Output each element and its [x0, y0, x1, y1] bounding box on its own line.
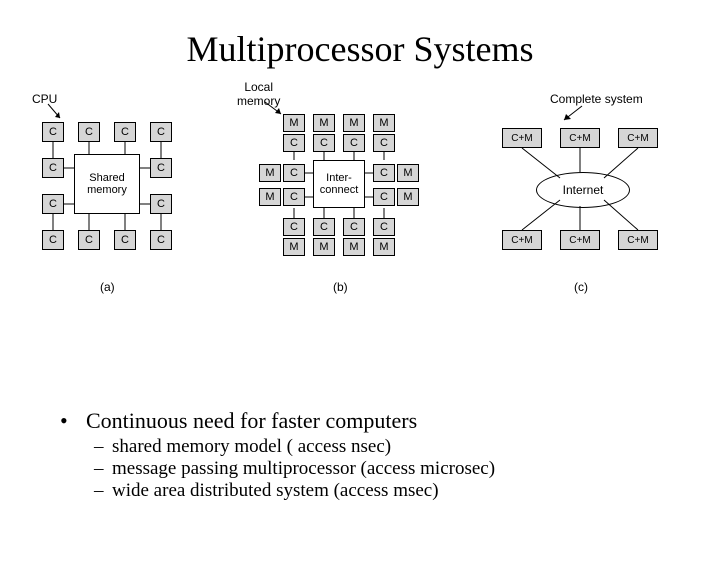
bullet-dot-icon: •	[60, 408, 86, 434]
figures-row: CPU C C C C C C C C C C C C Shared memor…	[0, 80, 720, 340]
figure-b-sub: (b)	[333, 280, 348, 294]
slide-title: Multiprocessor Systems	[0, 28, 720, 70]
figure-a-sub: (a)	[100, 280, 115, 294]
figure-c-sub: (c)	[574, 280, 588, 294]
connectors-b	[255, 80, 455, 280]
figure-b: Local memory M M M M C C C C M C M C C M…	[255, 80, 465, 310]
dash-icon: –	[94, 436, 112, 458]
connectors-c	[490, 80, 690, 280]
subbullet-3: wide area distributed system (access mse…	[112, 480, 439, 502]
bullet-text: Continuous need for faster computers	[86, 408, 417, 434]
subbullet-2: message passing multiprocessor (access m…	[112, 458, 495, 480]
dash-icon: –	[94, 458, 112, 480]
connectors-a	[30, 80, 220, 300]
subbullet-1: shared memory model ( access nsec)	[112, 436, 391, 458]
figure-c: Complete system C+M C+M C+M Internet C+M…	[490, 80, 700, 310]
figure-a: CPU C C C C C C C C C C C C Shared memor…	[30, 80, 220, 310]
bullet-content: • Continuous need for faster computers –…	[60, 408, 495, 502]
dash-icon: –	[94, 480, 112, 502]
